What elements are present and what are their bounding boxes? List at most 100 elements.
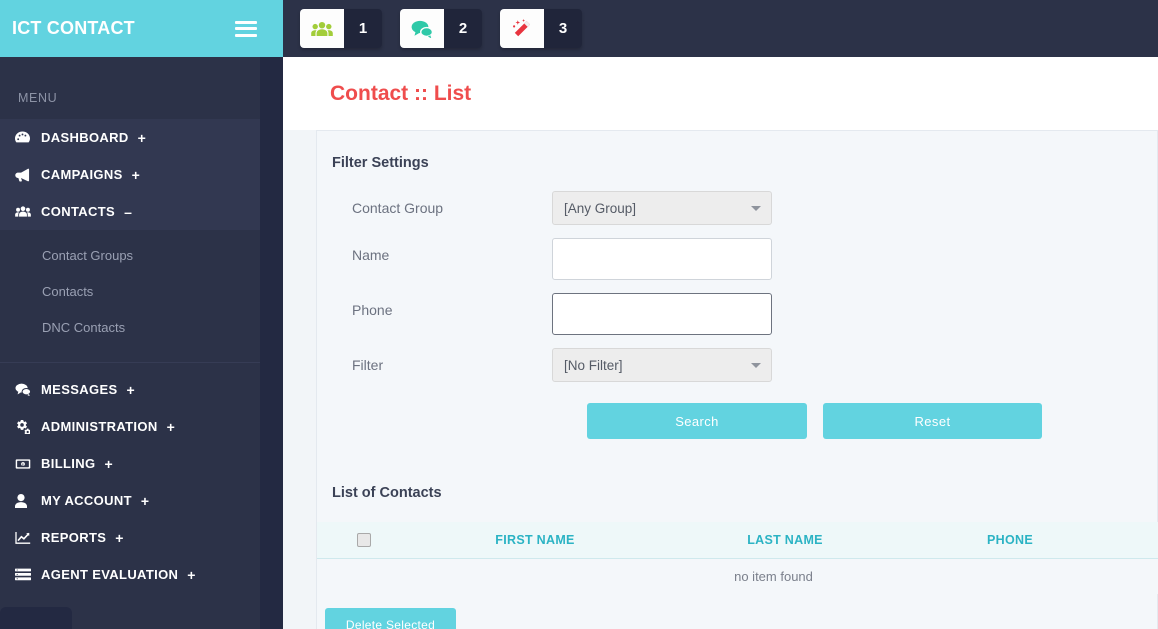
sidebar-item-billing[interactable]: $ BILLING + — [0, 445, 260, 482]
sidebar-item-label: CONTACTS — [41, 204, 116, 219]
sidebar-menu-label: MENU — [18, 91, 58, 105]
column-first-name[interactable]: First Name — [410, 522, 660, 559]
column-phone[interactable]: Phone — [910, 522, 1110, 559]
phone-input[interactable] — [552, 293, 772, 335]
sidebar-item-my-account[interactable]: MY ACCOUNT + — [0, 482, 260, 519]
contact-group-select[interactable]: [Any Group] — [552, 191, 772, 225]
sidebar-item-toggle[interactable]: – — [124, 205, 132, 219]
contacts-table: First Name Last Name Phone E-Mail no ite… — [317, 522, 1158, 594]
sidebar-item-label: ADMINISTRATION — [41, 419, 158, 434]
field-filter: Filter [No Filter] — [317, 348, 1157, 382]
magic-wand-icon — [500, 9, 544, 48]
page-header: Contact :: List — [283, 57, 1158, 130]
chevron-down-icon — [751, 363, 761, 368]
filter-panel: Filter Settings Contact Group [Any Group… — [316, 130, 1158, 629]
users-group-icon — [300, 9, 344, 48]
delete-selected-button[interactable]: Delete Selected — [325, 608, 456, 629]
filter-form: Contact Group [Any Group] Name Phone Fil… — [317, 191, 1157, 439]
filter-value: [No Filter] — [564, 357, 623, 373]
search-button[interactable]: Search — [587, 403, 807, 439]
sidebar-item-toggle[interactable]: + — [138, 131, 147, 145]
contact-group-label: Contact Group — [352, 200, 444, 216]
sidebar-item-contacts[interactable]: CONTACTS – — [0, 193, 260, 230]
badge-campaigns[interactable]: 3 — [500, 9, 582, 48]
name-input[interactable] — [552, 238, 772, 280]
sidebar-footer-pill — [0, 607, 72, 629]
badge-contacts[interactable]: 1 — [300, 9, 382, 48]
comments-icon — [400, 9, 444, 48]
reset-button[interactable]: Reset — [823, 403, 1042, 439]
main-content: Contact :: List Filter Settings Contact … — [283, 57, 1158, 629]
bullhorn-icon — [15, 168, 41, 182]
sidebar-nav: DASHBOARD + CAMPAIGNS + CONTACTS – Conta… — [0, 119, 260, 593]
page-title: Contact :: List — [330, 81, 472, 105]
user-icon — [15, 493, 41, 508]
table-header-row: First Name Last Name Phone E-Mail — [317, 522, 1158, 559]
column-email[interactable]: E-Mail — [1110, 522, 1158, 559]
top-bar: ICT CONTACT 1 2 3 — [0, 0, 1158, 57]
field-phone: Phone — [317, 293, 1157, 335]
sidebar-item-label: REPORTS — [41, 530, 107, 545]
sidebar-item-label: DASHBOARD — [41, 130, 129, 145]
svg-text:$: $ — [22, 462, 24, 466]
field-contact-group: Contact Group [Any Group] — [317, 191, 1157, 225]
sidebar-item-toggle[interactable]: + — [187, 568, 196, 582]
badge-messages[interactable]: 2 — [400, 9, 482, 48]
filter-settings-heading: Filter Settings — [332, 155, 429, 171]
badge-contacts-count: 1 — [344, 9, 382, 48]
brand-title: ICT CONTACT — [12, 18, 135, 38]
sidebar-item-toggle[interactable]: + — [132, 168, 141, 182]
gears-icon — [15, 419, 41, 434]
sidebar-item-agent-evaluation[interactable]: AGENT EVALUATION + — [0, 556, 260, 593]
sidebar-item-toggle[interactable]: + — [167, 420, 176, 434]
empty-message: no item found — [317, 558, 1158, 594]
sidebar-item-label: AGENT EVALUATION — [41, 567, 179, 582]
sidebar-item-toggle[interactable]: + — [115, 531, 124, 545]
name-label: Name — [352, 247, 390, 263]
brand-header: ICT CONTACT — [0, 0, 283, 57]
badge-messages-count: 2 — [444, 9, 482, 48]
sidebar-item-contact-groups[interactable]: Contact Groups — [0, 238, 260, 274]
sidebar-item-toggle[interactable]: + — [126, 383, 135, 397]
column-select-all — [317, 522, 410, 559]
sidebar-item-label: MESSAGES — [41, 382, 118, 397]
phone-label: Phone — [352, 302, 393, 318]
sidebar-item-administration[interactable]: ADMINISTRATION + — [0, 408, 260, 445]
dashboard-icon — [15, 130, 41, 145]
sidebar-item-campaigns[interactable]: CAMPAIGNS + — [0, 156, 260, 193]
filter-label: Filter — [352, 357, 384, 373]
sidebar-item-contacts-list[interactable]: Contacts — [0, 274, 260, 310]
sidebar-item-dashboard[interactable]: DASHBOARD + — [0, 119, 260, 156]
sidebar-item-label: MY ACCOUNT — [41, 493, 132, 508]
hamburger-icon[interactable] — [235, 20, 257, 37]
filter-actions: Search Reset — [317, 403, 1157, 439]
money-bill-icon: $ — [15, 458, 41, 470]
sidebar: MENU DASHBOARD + CAMPAIGNS + CONTACTS – … — [0, 57, 283, 629]
sidebar-item-dnc-contacts[interactable]: DNC Contacts — [0, 310, 260, 346]
comments-icon — [15, 383, 41, 396]
sidebar-item-toggle[interactable]: + — [104, 457, 113, 471]
sidebar-item-messages[interactable]: MESSAGES + — [0, 371, 260, 408]
sidebar-submenu-contacts: Contact Groups Contacts DNC Contacts — [0, 230, 260, 356]
sidebar-item-label: CAMPAIGNS — [41, 167, 123, 182]
users-group-icon — [15, 205, 41, 218]
contact-group-value: [Any Group] — [564, 200, 637, 216]
badge-campaigns-count: 3 — [544, 9, 582, 48]
filter-select[interactable]: [No Filter] — [552, 348, 772, 382]
app-window: ICT CONTACT 1 2 3 MENU DASHBOARD + CAMPA… — [0, 0, 1158, 629]
chevron-down-icon — [751, 206, 761, 211]
column-last-name[interactable]: Last Name — [660, 522, 910, 559]
sidebar-item-reports[interactable]: REPORTS + — [0, 519, 260, 556]
topbar-badges: 1 2 3 — [283, 9, 582, 48]
contacts-table-wrap: First Name Last Name Phone E-Mail no ite… — [317, 522, 1158, 629]
select-all-checkbox[interactable] — [356, 533, 371, 548]
sidebar-item-label: BILLING — [41, 456, 96, 471]
sidebar-divider — [0, 362, 260, 363]
line-chart-icon — [15, 531, 41, 545]
table-empty-row: no item found — [317, 558, 1158, 594]
list-of-contacts-heading: List of Contacts — [332, 485, 442, 501]
sidebar-item-toggle[interactable]: + — [141, 494, 150, 508]
server-list-icon — [15, 568, 41, 581]
field-name: Name — [317, 238, 1157, 280]
table-body: no item found — [317, 558, 1158, 594]
